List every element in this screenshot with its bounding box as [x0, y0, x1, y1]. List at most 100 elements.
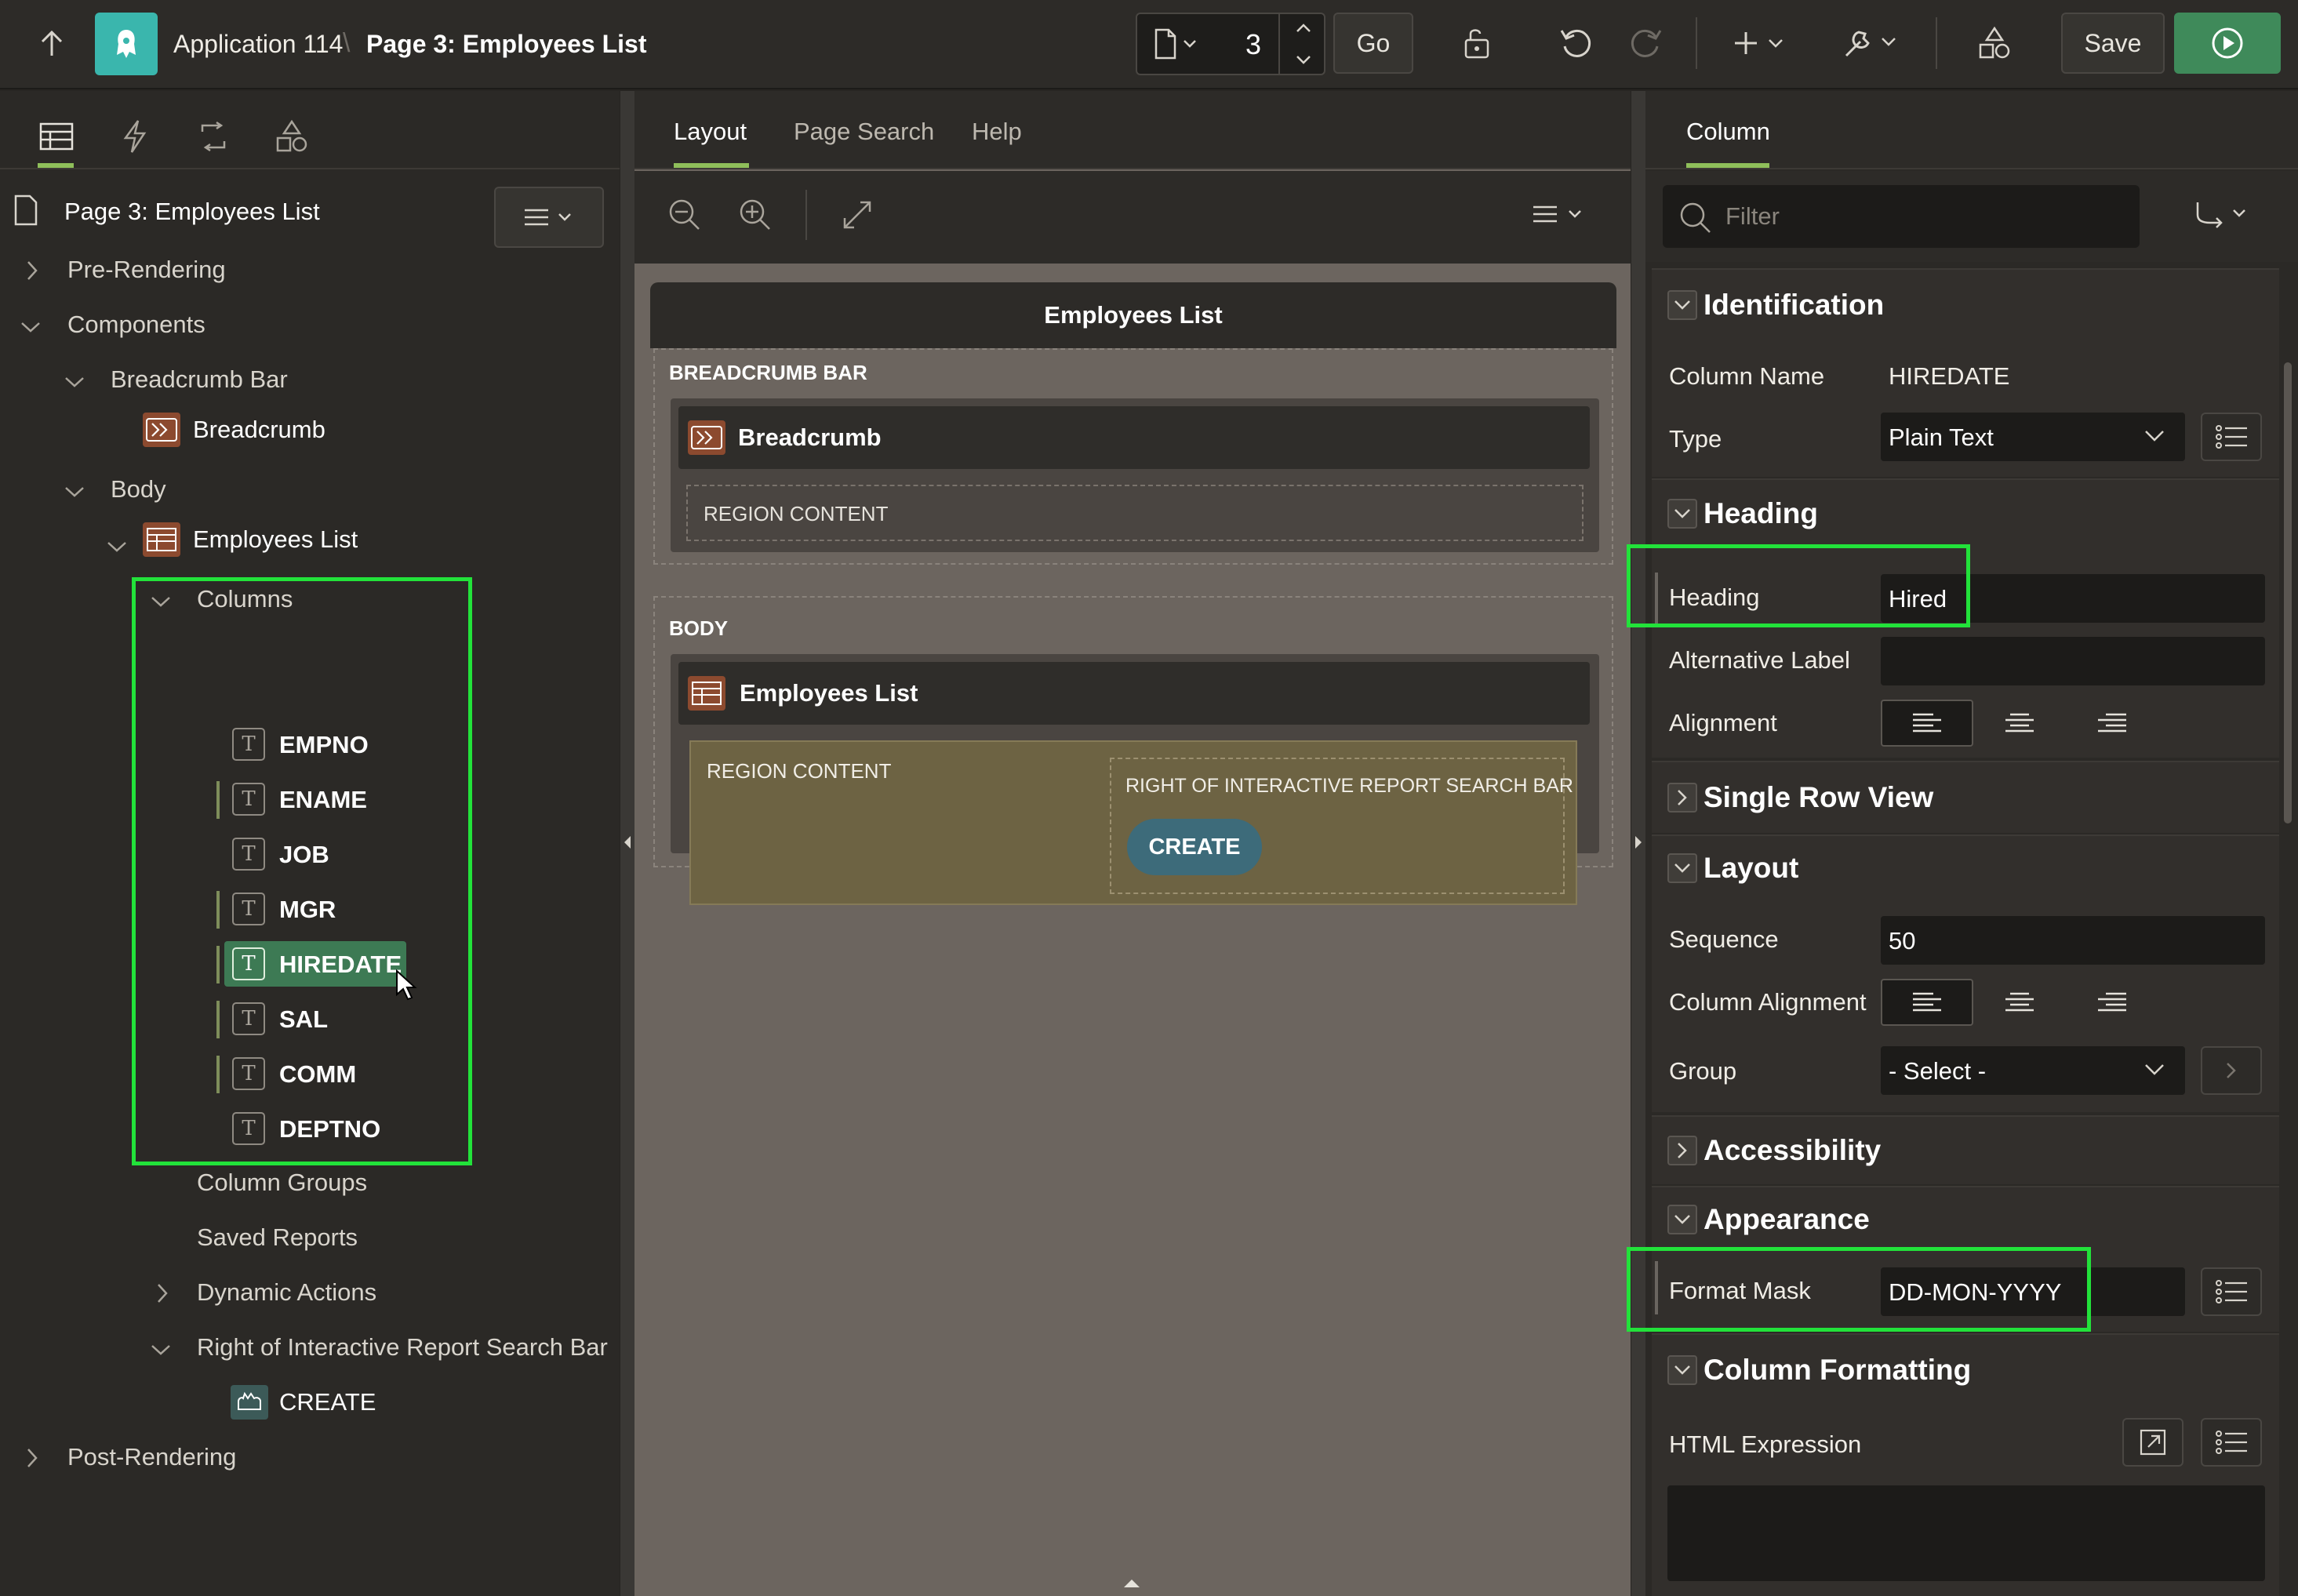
- collapse-bottom-icon[interactable]: [1122, 1578, 1141, 1589]
- format-mask-highlight-box: [1627, 1247, 2091, 1332]
- tab-help[interactable]: Help: [972, 118, 1022, 146]
- save-button[interactable]: Save: [2061, 13, 2165, 74]
- go-to-group-icon[interactable]: [2193, 199, 2256, 231]
- collapse-right-icon[interactable]: [1634, 834, 1642, 850]
- align-left-button[interactable]: [1881, 700, 1973, 747]
- zoom-in-icon[interactable]: [738, 198, 773, 232]
- tree-node-dynamic-actions[interactable]: Dynamic Actions: [197, 1269, 376, 1316]
- tree-node-post-rendering[interactable]: Post-Rendering: [67, 1434, 236, 1481]
- chevron-down-icon[interactable]: [1667, 1355, 1697, 1385]
- breadcrumb-region-box[interactable]: Breadcrumb REGION CONTENT: [671, 398, 1599, 552]
- zoom-out-icon[interactable]: [667, 198, 702, 232]
- tree-node-breadcrumb[interactable]: Breadcrumb: [193, 406, 325, 453]
- chevron-down-icon[interactable]: [1667, 290, 1697, 320]
- employees-region-content[interactable]: REGION CONTENT RIGHT OF INTERACTIVE REPO…: [689, 740, 1577, 905]
- employees-region-box[interactable]: Employees List REGION CONTENT RIGHT OF I…: [671, 654, 1599, 905]
- rendering-tab-icon[interactable]: [33, 113, 80, 160]
- column-align-right-button[interactable]: [2066, 979, 2158, 1026]
- tree-node-page[interactable]: Page 3: Employees List: [64, 188, 320, 235]
- tree-node-right-of-search-bar[interactable]: Right of Interactive Report Search Bar: [197, 1324, 608, 1371]
- layout-menu-icon[interactable]: [1530, 202, 1590, 226]
- utilities-wrench-icon[interactable]: [1842, 24, 1904, 63]
- redo-icon[interactable]: [1627, 24, 1666, 63]
- tree-node-pre-rendering[interactable]: Pre-Rendering: [67, 246, 226, 293]
- chevron-down-icon[interactable]: [63, 370, 86, 394]
- group-go-button[interactable]: [2201, 1046, 2262, 1095]
- format-mask-list-button[interactable]: [2201, 1267, 2262, 1316]
- expand-icon[interactable]: [840, 198, 874, 232]
- html-expression-textarea[interactable]: [1667, 1485, 2265, 1581]
- chevron-right-icon[interactable]: [20, 259, 44, 282]
- region-content-label: REGION CONTENT: [707, 759, 892, 783]
- sequence-input[interactable]: 50: [1881, 916, 2265, 965]
- unlock-icon[interactable]: [1457, 24, 1496, 63]
- chevron-down-icon[interactable]: [105, 535, 129, 558]
- processing-tab-icon[interactable]: [190, 113, 237, 160]
- list-button[interactable]: [2201, 413, 2262, 461]
- page-region[interactable]: Employees List: [650, 282, 1616, 348]
- scrollbar-thumb[interactable]: [2284, 362, 2292, 823]
- active-tab-indicator: [674, 163, 749, 168]
- page-number-input[interactable]: 3: [1245, 28, 1261, 61]
- tree-node-employees-list[interactable]: Employees List: [193, 516, 358, 563]
- tab-page-search[interactable]: Page Search: [794, 118, 934, 146]
- chevron-right-icon[interactable]: [151, 1282, 174, 1305]
- tree-node-saved-reports[interactable]: Saved Reports: [197, 1214, 358, 1261]
- filter-input[interactable]: Filter: [1663, 185, 2140, 248]
- type-select[interactable]: Plain Text: [1881, 413, 2185, 461]
- report-region-icon: [688, 676, 725, 711]
- page-icon[interactable]: [1153, 28, 1200, 60]
- chevron-right-icon[interactable]: [1667, 1136, 1697, 1165]
- tree-node-create-button[interactable]: CREATE: [279, 1379, 376, 1426]
- tree-node-column-groups[interactable]: Column Groups: [197, 1159, 367, 1206]
- align-center-icon: [2005, 713, 2034, 733]
- search-icon: [1680, 202, 1711, 233]
- section-accessibility: Accessibility: [1652, 1115, 2279, 1184]
- column-align-center-button[interactable]: [1973, 979, 2066, 1026]
- left-splitter[interactable]: [620, 91, 634, 1596]
- dynamic-actions-tab-icon[interactable]: [111, 113, 158, 160]
- chevron-right-icon: [2227, 1063, 2236, 1078]
- tab-layout[interactable]: Layout: [674, 118, 747, 146]
- right-splitter[interactable]: [1631, 91, 1645, 1596]
- breadcrumb-bar-position[interactable]: BREADCRUMB BAR Breadcrumb REGION CONTENT: [653, 348, 1613, 565]
- tab-column[interactable]: Column: [1686, 118, 1770, 146]
- page-stepper[interactable]: [1278, 14, 1325, 74]
- app-name-link[interactable]: Application 114: [173, 30, 343, 59]
- create-menu-icon[interactable]: [1733, 24, 1790, 63]
- html-expression-list-button[interactable]: [2201, 1418, 2262, 1467]
- chevron-down-icon[interactable]: [149, 1338, 173, 1362]
- tree-node-body[interactable]: Body: [111, 466, 166, 513]
- go-button[interactable]: Go: [1333, 13, 1413, 74]
- shared-components-tab-icon[interactable]: [268, 113, 315, 160]
- right-of-search-bar-position[interactable]: RIGHT OF INTERACTIVE REPORT SEARCH BAR C…: [1110, 758, 1573, 894]
- chevron-right-icon[interactable]: [20, 1446, 44, 1470]
- group-select[interactable]: - Select -: [1881, 1046, 2185, 1095]
- tree-node-components[interactable]: Components: [67, 301, 205, 348]
- create-button[interactable]: CREATE: [1127, 819, 1262, 875]
- collapse-left-icon[interactable]: [624, 834, 631, 850]
- shared-components-icon[interactable]: [1975, 24, 2014, 63]
- align-right-button[interactable]: [2066, 700, 2158, 747]
- up-arrow-icon[interactable]: [31, 24, 72, 64]
- run-page-button[interactable]: [2174, 13, 2281, 74]
- page-region-title: Employees List: [1044, 301, 1223, 329]
- column-align-left-button[interactable]: [1881, 979, 1973, 1026]
- body-position[interactable]: BODY Employees List REGION CONTENT RIGHT…: [653, 596, 1613, 905]
- chevron-down-icon[interactable]: [1667, 853, 1697, 883]
- chevron-down-icon[interactable]: [63, 480, 86, 504]
- undo-icon[interactable]: [1556, 24, 1595, 63]
- app-icon[interactable]: [95, 13, 158, 75]
- tree-menu-button[interactable]: [494, 187, 604, 248]
- chevron-down-icon[interactable]: [1667, 1205, 1697, 1234]
- chevron-down-icon[interactable]: [1667, 499, 1697, 529]
- alternative-label-input[interactable]: [1881, 637, 2265, 685]
- property-scrollbar[interactable]: [2281, 268, 2295, 1596]
- region-content-box[interactable]: REGION CONTENT: [686, 485, 1584, 541]
- chevron-right-icon[interactable]: [1667, 783, 1697, 813]
- breadcrumb-region-icon: [688, 420, 725, 455]
- chevron-down-icon[interactable]: [19, 315, 42, 339]
- tree-node-breadcrumb-bar[interactable]: Breadcrumb Bar: [111, 356, 288, 403]
- align-center-button[interactable]: [1973, 700, 2066, 747]
- open-editor-button[interactable]: [2122, 1418, 2183, 1467]
